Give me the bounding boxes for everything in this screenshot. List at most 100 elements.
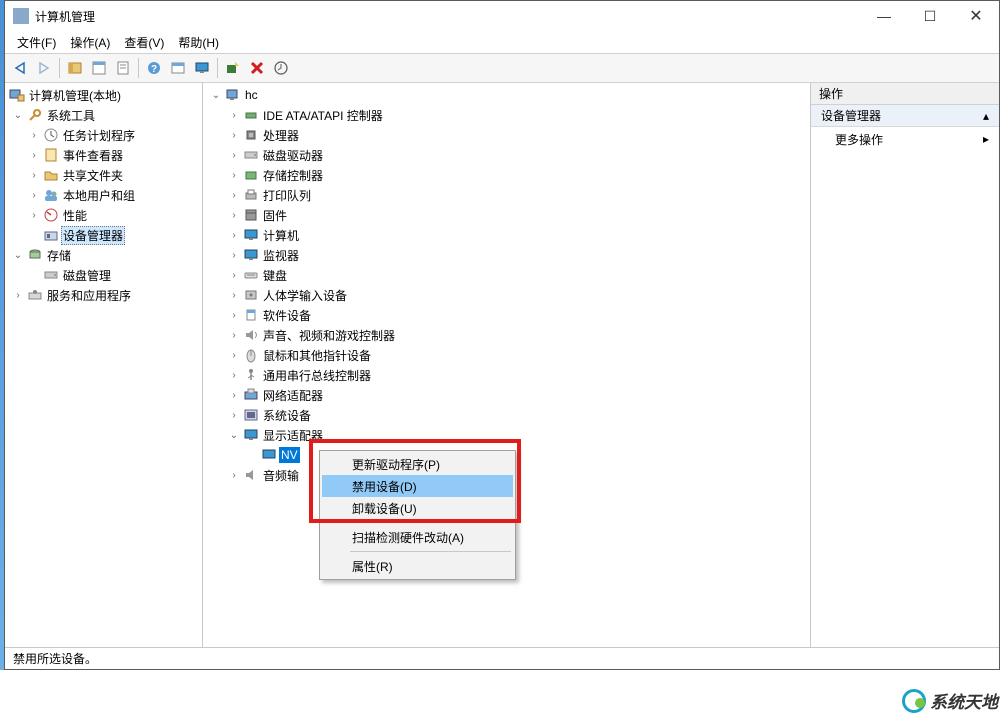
expand-icon[interactable]: ›: [227, 330, 241, 341]
actions-section[interactable]: 设备管理器 ▴: [811, 105, 999, 127]
expand-icon[interactable]: ›: [227, 410, 241, 421]
ctx-scan-hardware[interactable]: 扫描检测硬件改动(A): [322, 526, 513, 548]
ide-icon: [243, 107, 259, 123]
expand-icon[interactable]: ›: [227, 110, 241, 121]
expand-icon[interactable]: ›: [227, 350, 241, 361]
svg-text:?: ?: [151, 64, 157, 75]
watermark: 系统天地: [902, 688, 998, 713]
target-button[interactable]: [270, 57, 292, 79]
dev-cpu[interactable]: ›处理器: [203, 125, 810, 145]
computer-management-window: 计算机管理 — ☐ ✕ 文件(F) 操作(A) 查看(V) 帮助(H) ?: [4, 0, 1000, 670]
collapse-icon[interactable]: ⌄: [11, 250, 25, 261]
dev-ide[interactable]: ›IDE ATA/ATAPI 控制器: [203, 105, 810, 125]
titlebar[interactable]: 计算机管理 — ☐ ✕: [5, 1, 999, 31]
expand-icon[interactable]: ›: [227, 370, 241, 381]
window-title: 计算机管理: [35, 8, 861, 25]
tree-performance[interactable]: › 性能: [5, 205, 202, 225]
dev-firmware[interactable]: ›固件: [203, 205, 810, 225]
dev-disk[interactable]: ›磁盘驱动器: [203, 145, 810, 165]
expand-icon[interactable]: ›: [27, 210, 41, 221]
expand-icon[interactable]: ›: [227, 190, 241, 201]
expand-icon[interactable]: ›: [227, 170, 241, 181]
menu-action[interactable]: 操作(A): [70, 34, 110, 51]
properties-button[interactable]: [88, 57, 110, 79]
speaker-icon: [243, 467, 259, 483]
dev-computer[interactable]: ›计算机: [203, 225, 810, 245]
dev-mouse[interactable]: ›鼠标和其他指针设备: [203, 345, 810, 365]
tree-sharedfolders[interactable]: › 共享文件夹: [5, 165, 202, 185]
expand-icon[interactable]: ›: [227, 270, 241, 281]
nav-forward-button[interactable]: [33, 57, 55, 79]
context-menu: 更新驱动程序(P) 禁用设备(D) 卸载设备(U) 扫描检测硬件改动(A) 属性…: [319, 450, 516, 580]
scan-hardware-button[interactable]: [222, 57, 244, 79]
remove-button[interactable]: [246, 57, 268, 79]
tree-services[interactable]: › 服务和应用程序: [5, 285, 202, 305]
console-tree-panel[interactable]: 计算机管理(本地) ⌄ 系统工具 › 任务计划程序 › 事件查看器 › 共享文件…: [5, 83, 203, 647]
dev-software_dev[interactable]: ›软件设备: [203, 305, 810, 325]
tree-root[interactable]: 计算机管理(本地): [5, 85, 202, 105]
export-button[interactable]: [112, 57, 134, 79]
dev-root[interactable]: ⌄hc: [203, 85, 810, 105]
close-button[interactable]: ✕: [953, 1, 999, 31]
expand-icon[interactable]: ›: [227, 130, 241, 141]
monitor-button[interactable]: [191, 57, 213, 79]
expand-icon[interactable]: ›: [227, 230, 241, 241]
dev-system_dev[interactable]: ›系统设备: [203, 405, 810, 425]
nav-back-button[interactable]: [9, 57, 31, 79]
show-hide-tree-button[interactable]: [64, 57, 86, 79]
expand-icon[interactable]: ›: [27, 150, 41, 161]
clock-icon: [43, 127, 59, 143]
chevron-up-icon: ▴: [983, 109, 989, 123]
tree-storage[interactable]: ⌄ 存储: [5, 245, 202, 265]
device-tree-panel[interactable]: ⌄hc ›IDE ATA/ATAPI 控制器›处理器›磁盘驱动器›存储控制器›打…: [203, 83, 811, 647]
expand-icon[interactable]: ›: [227, 210, 241, 221]
help-button[interactable]: ?: [143, 57, 165, 79]
dev-display-adapters[interactable]: ⌄显示适配器: [203, 425, 810, 445]
menu-file[interactable]: 文件(F): [17, 34, 56, 51]
expand-icon[interactable]: ›: [227, 250, 241, 261]
tree-diskmgmt[interactable]: 磁盘管理: [5, 265, 202, 285]
tree-localusers[interactable]: › 本地用户和组: [5, 185, 202, 205]
pc-icon: [225, 87, 241, 103]
ctx-disable-device[interactable]: 禁用设备(D): [322, 475, 513, 497]
dev-hid[interactable]: ›人体学输入设备: [203, 285, 810, 305]
device-mgr-icon: [43, 227, 59, 243]
minimize-button[interactable]: —: [861, 1, 907, 31]
actions-more[interactable]: 更多操作 ▸: [811, 127, 999, 151]
dev-usb[interactable]: ›通用串行总线控制器: [203, 365, 810, 385]
collapse-icon[interactable]: ⌄: [11, 110, 25, 121]
menu-help[interactable]: 帮助(H): [178, 34, 219, 51]
toolbar-window-button[interactable]: [167, 57, 189, 79]
globe-icon: [902, 689, 926, 713]
display-icon: [243, 427, 259, 443]
dev-network[interactable]: ›网络适配器: [203, 385, 810, 405]
dev-printq[interactable]: ›打印队列: [203, 185, 810, 205]
menu-view[interactable]: 查看(V): [124, 34, 164, 51]
disk-icon: [43, 267, 59, 283]
tree-taskscheduler[interactable]: › 任务计划程序: [5, 125, 202, 145]
expand-icon[interactable]: ›: [227, 150, 241, 161]
dev-sound[interactable]: ›声音、视频和游戏控制器: [203, 325, 810, 345]
dev-keyboard[interactable]: ›键盘: [203, 265, 810, 285]
tree-eventviewer[interactable]: › 事件查看器: [5, 145, 202, 165]
maximize-button[interactable]: ☐: [907, 1, 953, 31]
expand-icon[interactable]: ›: [27, 130, 41, 141]
dev-storage_ctrl[interactable]: ›存储控制器: [203, 165, 810, 185]
dev-monitor[interactable]: ›监视器: [203, 245, 810, 265]
expand-icon[interactable]: ›: [27, 190, 41, 201]
system_dev-icon: [243, 407, 259, 423]
expand-icon[interactable]: ›: [227, 290, 241, 301]
ctx-uninstall-device[interactable]: 卸载设备(U): [322, 497, 513, 519]
tree-systools[interactable]: ⌄ 系统工具: [5, 105, 202, 125]
expand-icon[interactable]: ›: [27, 170, 41, 181]
expand-icon[interactable]: ›: [227, 390, 241, 401]
users-icon: [43, 187, 59, 203]
toolbar: ?: [5, 53, 999, 83]
tree-devicemgr[interactable]: 设备管理器: [5, 225, 202, 245]
expand-icon[interactable]: ›: [11, 290, 25, 301]
expand-icon[interactable]: ›: [227, 310, 241, 321]
ctx-properties[interactable]: 属性(R): [322, 555, 513, 577]
services-icon: [27, 287, 43, 303]
status-bar: 禁用所选设备。: [5, 647, 999, 669]
ctx-update-driver[interactable]: 更新驱动程序(P): [322, 453, 513, 475]
